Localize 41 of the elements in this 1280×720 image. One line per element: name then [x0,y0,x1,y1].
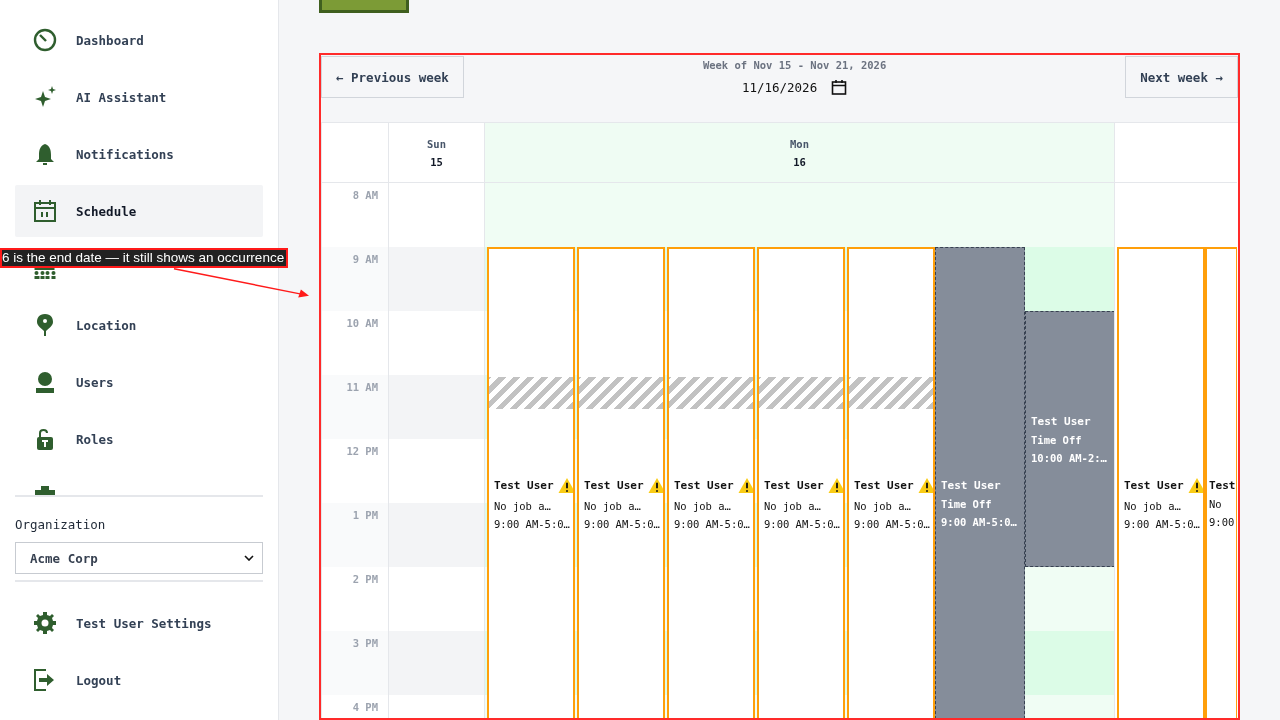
time-label: 4 PM [352,701,378,714]
event-time: 9:00 AM-5:0… [764,517,841,530]
organization-label: Organization [15,517,107,532]
event-name: Test User [941,478,1001,492]
event-name: Test User [854,478,914,492]
event-time: 9:00 AM-5:0… [494,517,571,530]
event-name: Test [1209,478,1236,492]
event-detail: No job a… [854,499,912,512]
event-time: 9:00 AM-5:0… [674,517,751,530]
week-label: Week of Nov 15 - Nov 21, 2026 [702,59,887,71]
time-label: 10 AM [346,317,378,330]
event-detail: Time Off [1031,433,1083,446]
annotation-tooltip: 6 is the end date — it still shows an occurrence [0,248,289,268]
event-name: Test User [1124,478,1184,492]
time-label: 8 AM [352,189,378,202]
event-name: Test User [1031,414,1091,428]
event-detail: Time Off [941,497,993,510]
event-time: 9:00 AM-5:0… [854,517,931,530]
day-header: Mon 16 [484,123,1114,183]
event-name: Test User [674,478,734,492]
event-name: Test User [494,478,554,492]
time-label: 9 AM [352,253,378,266]
day-header: Sun 15 [388,123,484,183]
event-detail: No job a… [1124,499,1182,512]
event-detail: No [1209,497,1223,510]
event-name: Test User [764,478,824,492]
event-detail: No job a… [674,499,732,512]
event-time: 9:00 AM-5:0… [941,515,1017,528]
event-detail: No job a… [584,499,642,512]
event-name: Test User [584,478,644,492]
time-label: 1 PM [352,509,378,522]
event-detail: No job a… [764,499,822,512]
time-label: 2 PM [352,573,378,586]
event-time: 9:00 [1209,515,1236,528]
event-time: 10:00 AM-2:… [1031,451,1107,464]
time-label: 3 PM [352,637,378,650]
event-detail: No job a… [494,499,552,512]
event-time: 9:00 AM-5:0… [584,517,661,530]
time-label: 11 AM [346,381,378,394]
event-time: 9:00 AM-5:0… [1124,517,1201,530]
time-label: 12 PM [346,445,378,458]
